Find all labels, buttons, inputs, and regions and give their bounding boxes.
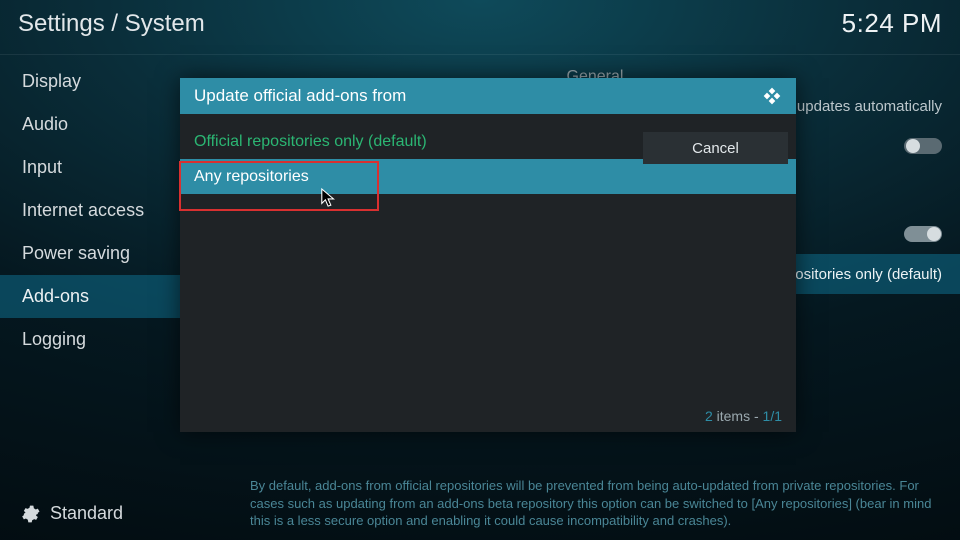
kodi-logo-icon xyxy=(762,86,782,106)
toggle-off[interactable] xyxy=(904,138,942,154)
item-count: 2 xyxy=(705,408,713,424)
dialog-title: Update official add-ons from xyxy=(194,86,406,106)
settings-level[interactable]: Standard xyxy=(20,503,123,524)
gear-icon xyxy=(20,504,40,524)
divider xyxy=(0,54,960,55)
header: Settings / System 5:24 PM xyxy=(0,8,960,46)
dialog-titlebar: Update official add-ons from xyxy=(180,78,796,114)
cancel-button[interactable]: Cancel xyxy=(643,132,788,164)
dialog-footer: 2 items - 1/1 xyxy=(705,408,782,424)
page-indicator: 1/1 xyxy=(763,408,782,424)
help-text: By default, add-ons from official reposi… xyxy=(250,477,944,530)
settings-level-label: Standard xyxy=(50,503,123,524)
breadcrumb: Settings / System xyxy=(18,10,205,38)
option-any-repositories[interactable]: Any repositories xyxy=(180,159,796,194)
clock: 5:24 PM xyxy=(842,8,942,39)
toggle-on[interactable] xyxy=(904,226,942,242)
footer-sep: items - xyxy=(713,408,763,424)
